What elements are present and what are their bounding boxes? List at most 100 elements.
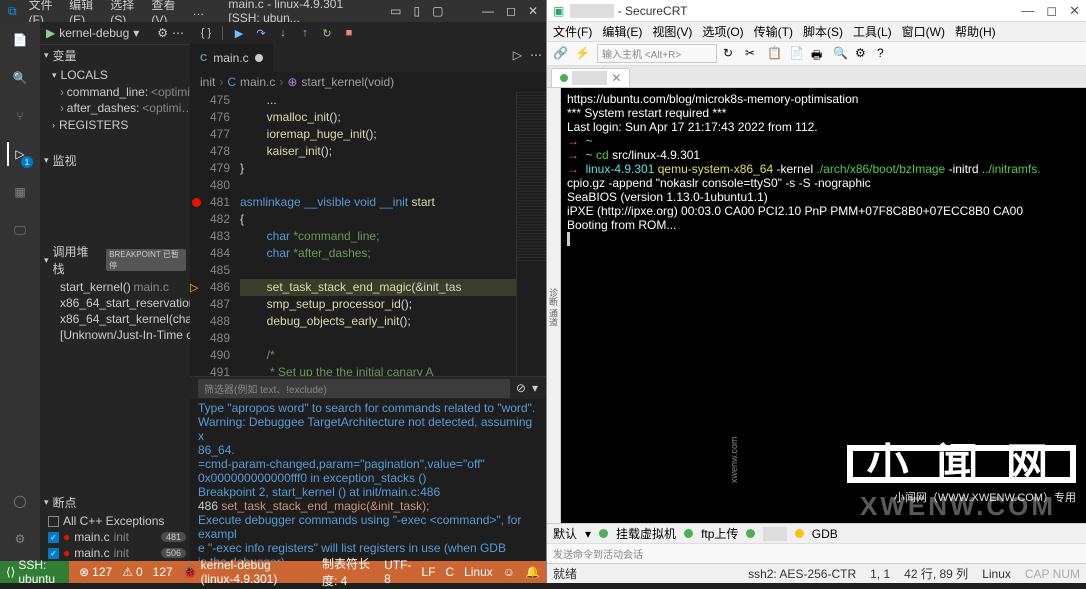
eol[interactable]: LF: [421, 565, 435, 579]
locals-section[interactable]: ▾Locals: [40, 66, 190, 84]
var-command-line[interactable]: › command_line: <optimiz…: [40, 84, 190, 100]
layout-icon-3[interactable]: ▢: [432, 4, 443, 18]
maximize-icon[interactable]: ◻: [1046, 3, 1057, 19]
errors-count[interactable]: ⊗ 127: [79, 565, 112, 579]
menu-tool[interactable]: 工具(L): [853, 23, 892, 40]
bell-icon[interactable]: 🔔: [525, 565, 540, 579]
open-brace-icon[interactable]: { }: [196, 24, 216, 42]
explorer-icon[interactable]: 📄: [8, 28, 32, 52]
code-editor[interactable]: 475476477478479480481482483484485486▷487…: [190, 92, 546, 376]
warnings-count[interactable]: ⚠ 0: [122, 565, 142, 579]
stop-button[interactable]: ■: [339, 24, 359, 42]
menu-file[interactable]: 文件(F): [553, 23, 592, 40]
layout-icon[interactable]: ▭: [390, 4, 401, 18]
side-strip[interactable]: 诊断 通道: [547, 88, 561, 523]
paste-icon[interactable]: 📄: [789, 46, 805, 62]
clear-console-icon[interactable]: ⊘: [516, 381, 526, 395]
minimap[interactable]: [516, 92, 546, 376]
ready-label: 就绪: [553, 565, 577, 582]
btn-ftp[interactable]: ftp上传: [701, 525, 738, 542]
debug-target[interactable]: 🐞 kernel-debug (linux-4.9.301): [183, 558, 302, 586]
menu-more[interactable]: …: [192, 4, 204, 18]
command-input[interactable]: 发送命令到活动会话: [547, 543, 1086, 563]
minimize-icon[interactable]: —: [482, 4, 494, 18]
help-icon[interactable]: ?: [877, 46, 893, 62]
copy-icon[interactable]: 📋: [767, 46, 783, 62]
more-icon[interactable]: ⋯: [172, 26, 184, 40]
search-icon[interactable]: 🔍: [8, 66, 32, 90]
menu-script[interactable]: 脚本(S): [803, 23, 843, 40]
variables-section[interactable]: ▾变量: [40, 45, 190, 66]
session-tab[interactable]: ✕: [551, 68, 630, 87]
btn-mount-vm[interactable]: 挂载虚拟机: [616, 525, 676, 542]
menu-help[interactable]: 帮助(H): [955, 23, 996, 40]
host-input[interactable]: 输入主机 <Alt+R>: [597, 44, 717, 63]
modified-indicator: [255, 54, 263, 62]
run-file-icon[interactable]: ▷: [509, 44, 526, 72]
connect-icon[interactable]: 🔗: [553, 46, 569, 62]
find-icon[interactable]: 🔍: [833, 46, 849, 62]
more-actions-icon[interactable]: ⋯: [526, 44, 546, 72]
button-bar: 默认▾ 挂载虚拟机 ftp上传 GDB: [547, 523, 1086, 543]
c-file-icon: C: [200, 53, 207, 64]
chevron-down-icon[interactable]: ▾: [532, 381, 538, 395]
disconnect-icon[interactable]: ✂: [745, 46, 761, 62]
debug-icon[interactable]: ▷1: [7, 142, 31, 166]
close-icon[interactable]: ✕: [528, 4, 538, 18]
registers-section[interactable]: ›Registers: [40, 116, 190, 134]
breadcrumb[interactable]: init› C main.c› ⊕ start_kernel(void): [190, 72, 546, 92]
language-mode[interactable]: C: [445, 565, 454, 579]
var-after-dashes[interactable]: › after_dashes: <optimi…: [40, 100, 190, 116]
remote-icon[interactable]: 🖵: [8, 218, 32, 242]
stack-frame[interactable]: start_kernel() main.c: [40, 279, 190, 295]
feedback-icon[interactable]: ☺: [503, 565, 515, 579]
callstack-section[interactable]: ▾调用堆栈 BREAKPOINT 已暂停: [40, 241, 190, 279]
watch-section[interactable]: ▾监视: [40, 150, 190, 171]
bp-item[interactable]: ✓●main.c init481: [40, 529, 190, 545]
menu-option[interactable]: 选项(O): [702, 23, 743, 40]
quick-connect-icon[interactable]: ⚡: [575, 46, 591, 62]
maximize-icon[interactable]: ◻: [506, 4, 516, 18]
terminal[interactable]: https://ubuntu.com/blog/microk8s-memory-…: [561, 88, 1086, 523]
stack-frame[interactable]: [Unknown/Just-In-Time co…: [40, 327, 190, 343]
step-into-button[interactable]: ↓: [273, 24, 293, 42]
breakpoints-section[interactable]: ▾断点: [40, 492, 190, 513]
os-indicator[interactable]: Linux: [464, 565, 493, 579]
step-over-button[interactable]: ↷: [251, 24, 271, 42]
menu-window[interactable]: 窗口(W): [902, 23, 945, 40]
encoding[interactable]: UTF-8: [384, 558, 411, 586]
stack-frame[interactable]: x86_64_start_kernel(char…: [40, 311, 190, 327]
account-icon[interactable]: ◯: [8, 489, 32, 513]
btn-blank[interactable]: [763, 527, 786, 541]
close-tab-icon[interactable]: ✕: [611, 71, 621, 85]
remote-indicator[interactable]: ⟨⟩ SSH: ubuntu: [0, 561, 69, 583]
default-label[interactable]: 默认: [553, 525, 577, 542]
scm-icon[interactable]: ⑂: [8, 104, 32, 128]
gear-icon[interactable]: ⚙: [8, 527, 32, 551]
reconnect-icon[interactable]: ↻: [723, 46, 739, 62]
debug-config-name[interactable]: kernel-debug: [59, 26, 129, 40]
layout-icon-2[interactable]: ▯: [413, 4, 420, 18]
minimize-icon[interactable]: —: [1021, 3, 1034, 19]
tab-main-c[interactable]: C main.c: [190, 44, 274, 72]
menu-view[interactable]: 视图(V): [652, 23, 692, 40]
extensions-icon[interactable]: ▦: [8, 180, 32, 204]
btn-gdb[interactable]: GDB: [812, 527, 838, 541]
print-icon[interactable]: 🖶: [811, 46, 827, 62]
start-debug-button[interactable]: ▶: [46, 26, 55, 40]
menu-transfer[interactable]: 传输(T): [754, 23, 793, 40]
config-gear-icon[interactable]: ⚙: [157, 26, 168, 40]
settings-icon[interactable]: ⚙: [855, 46, 871, 62]
chevron-down-icon[interactable]: ▾: [133, 26, 139, 40]
tab-size[interactable]: 制表符长度: 4: [322, 555, 374, 589]
close-icon[interactable]: ✕: [1069, 3, 1080, 19]
bp-all-cpp[interactable]: All C++ Exceptions: [40, 513, 190, 529]
restart-button[interactable]: ↻: [317, 24, 337, 42]
info-count[interactable]: 127: [153, 565, 173, 579]
step-out-button[interactable]: ↑: [295, 24, 315, 42]
debug-console: 筛选器(例如 text、!exclude) ⊘ ▾ Type "apropos …: [190, 376, 546, 561]
stack-frame[interactable]: x86_64_start_reservations: [40, 295, 190, 311]
filter-input[interactable]: 筛选器(例如 text、!exclude): [198, 379, 510, 398]
menu-edit[interactable]: 编辑(E): [602, 23, 642, 40]
continue-button[interactable]: ▶: [229, 24, 249, 42]
